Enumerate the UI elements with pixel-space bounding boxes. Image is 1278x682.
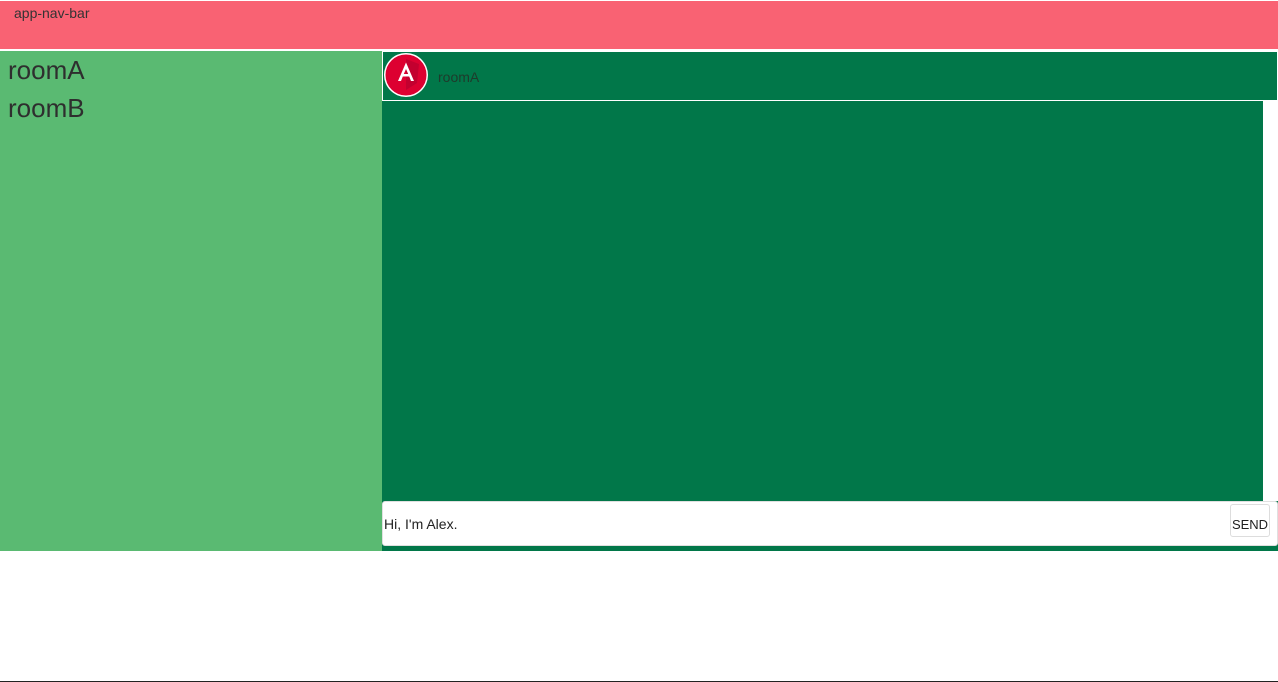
room-item-rooma[interactable]: roomA xyxy=(0,51,382,89)
app-nav-bar: app-nav-bar xyxy=(0,1,1278,50)
message-input[interactable] xyxy=(384,503,1222,544)
nav-bar-title: app-nav-bar xyxy=(14,5,90,21)
message-area[interactable] xyxy=(382,101,1263,501)
send-button[interactable]: SEND xyxy=(1230,504,1270,537)
room-sidebar: roomA roomB xyxy=(0,51,382,551)
app-root: app-nav-bar roomA roomB roomA SEND xyxy=(0,0,1278,682)
message-scroll-track xyxy=(1263,101,1278,501)
room-list: roomA roomB xyxy=(0,51,382,127)
chat-room-title: roomA xyxy=(438,69,480,85)
message-composer: SEND xyxy=(382,501,1278,546)
room-item-roomb[interactable]: roomB xyxy=(0,89,382,127)
angular-logo-icon xyxy=(384,53,428,97)
chat-header: roomA xyxy=(382,51,1278,101)
